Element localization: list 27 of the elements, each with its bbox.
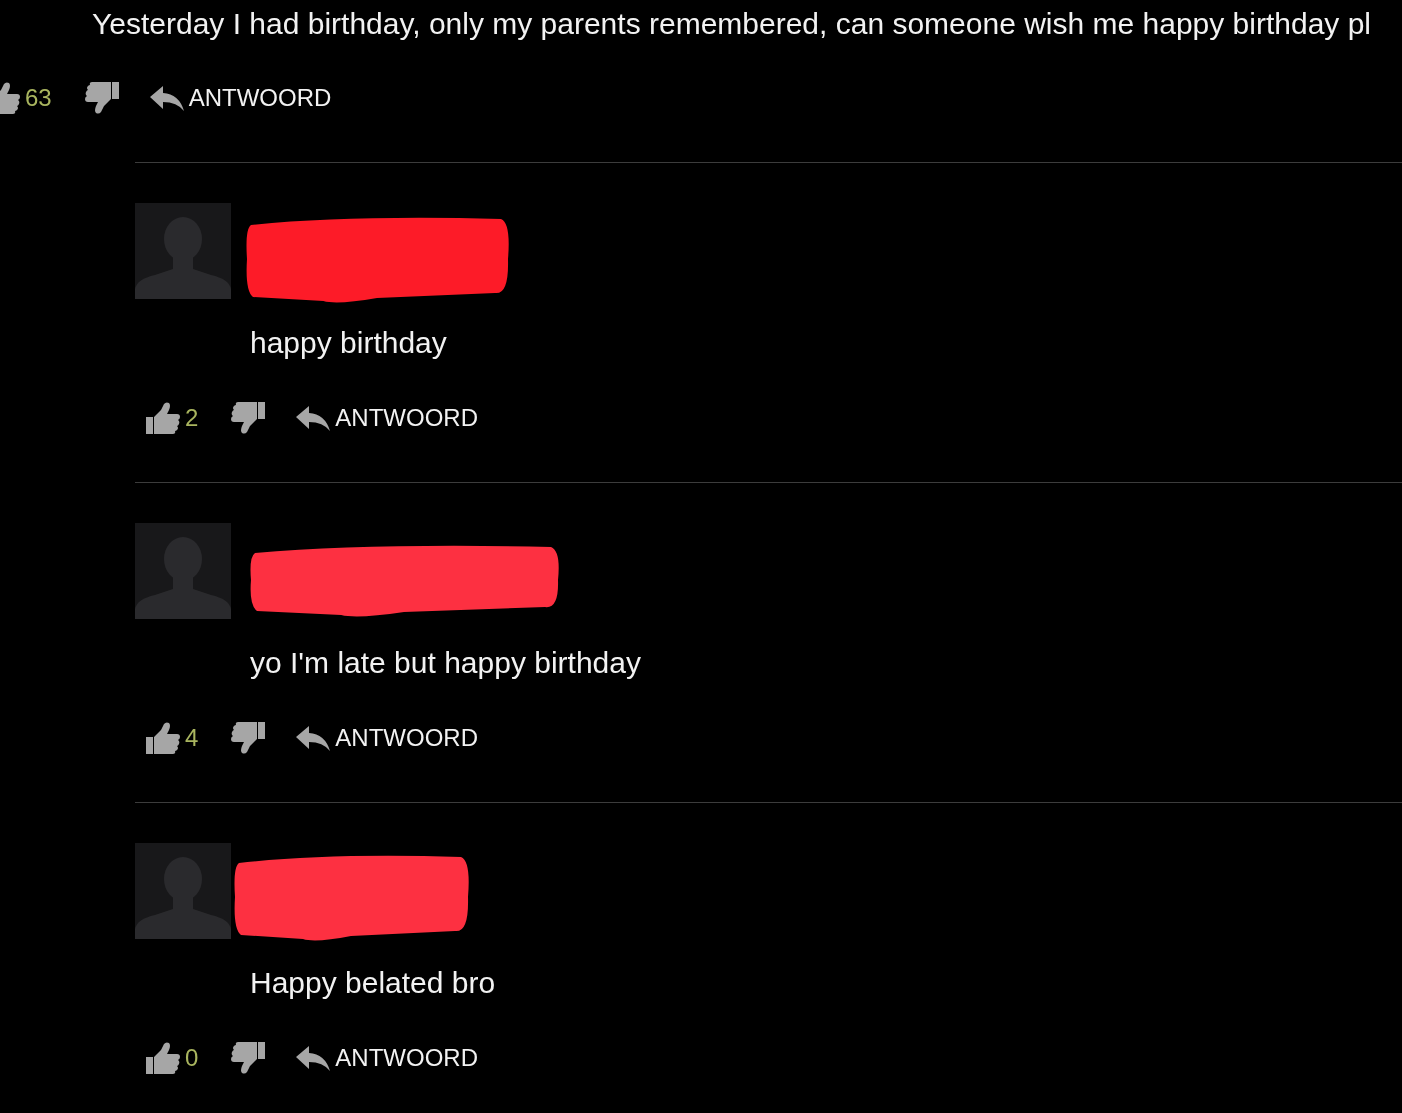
comment-text: yo I'm late but happy birthday [250, 647, 641, 679]
reply-button[interactable]: ANTWOORD [149, 84, 332, 112]
like-count: 0 [185, 1044, 199, 1072]
thumbs-up-icon[interactable] [146, 722, 180, 754]
thumbs-down-icon[interactable] [231, 722, 266, 754]
reply-arrow-icon [296, 1045, 331, 1071]
reply-button[interactable]: ANTWOORD [296, 404, 478, 432]
reply-button[interactable]: ANTWOORD [296, 724, 478, 752]
person-silhouette-icon [135, 523, 231, 619]
thumbs-down-icon[interactable] [84, 82, 119, 114]
thumbs-up-icon[interactable] [0, 82, 20, 114]
thumbs-up-icon[interactable] [146, 402, 180, 434]
reply-button[interactable]: ANTWOORD [296, 1044, 478, 1072]
comment-text: happy birthday [250, 327, 447, 359]
like-count: 63 [25, 84, 52, 112]
reply-arrow-icon [149, 85, 184, 111]
thumbs-down-icon[interactable] [231, 1042, 266, 1074]
reply-arrow-icon [296, 405, 331, 431]
person-silhouette-icon [135, 843, 231, 939]
comment-text: Happy belated bro [250, 967, 496, 999]
post-text: Yesterday I had birthday, only my parents remembered, can someone wish me happy birthday pl [92, 8, 1371, 40]
reply-arrow-icon [296, 725, 331, 751]
thumbs-up-icon[interactable] [146, 1042, 180, 1074]
person-silhouette-icon [135, 203, 231, 299]
like-count: 4 [185, 724, 199, 752]
thumbs-down-icon[interactable] [231, 402, 266, 434]
like-count: 2 [185, 404, 199, 432]
